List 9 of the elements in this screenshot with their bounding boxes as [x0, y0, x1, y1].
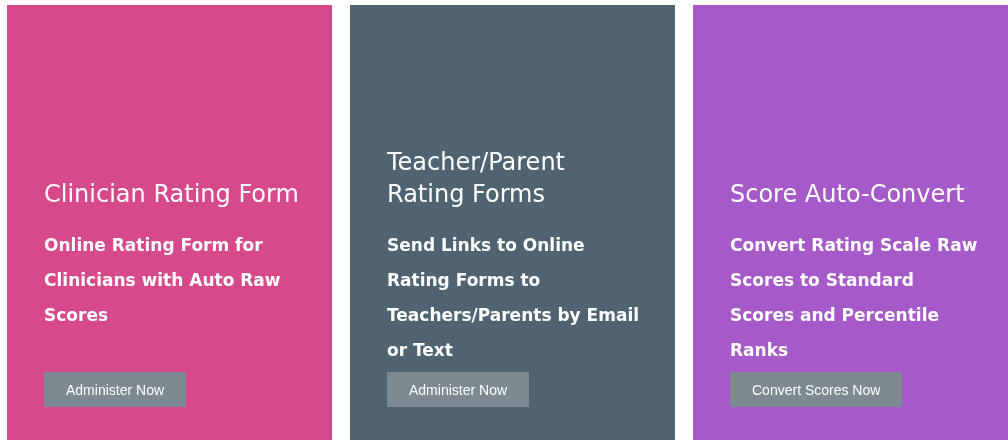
- card-description: Send Links to Online Rating Forms to Teachers/Parents by Email or Text: [387, 234, 641, 358]
- card-title: Score Auto-Convert: [730, 179, 965, 210]
- action-button[interactable]: Convert Scores Now: [730, 372, 903, 407]
- card-description: Convert Rating Scale Raw Scores to Standard Scores and Percentile Ranks: [730, 234, 978, 358]
- card-title: Clinician Rating Form: [44, 179, 299, 210]
- card-title: Teacher/Parent Rating Forms: [387, 147, 566, 210]
- action-button[interactable]: Administer Now: [44, 372, 187, 407]
- action-button[interactable]: Administer Now: [387, 372, 530, 407]
- card-description: Online Rating Form for Clinicians with Auto Raw Scores: [44, 234, 282, 327]
